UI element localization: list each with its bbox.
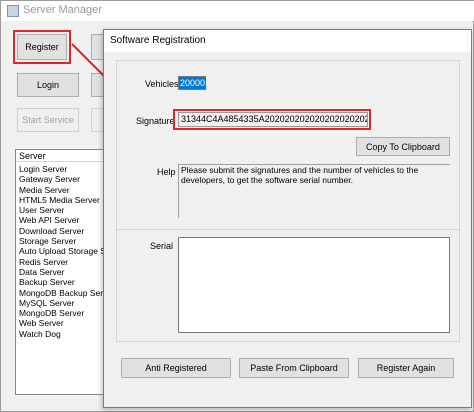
list-item[interactable]: Backup Server (16, 277, 106, 287)
list-item[interactable]: Download Server (16, 226, 106, 236)
main-window-title: Server Manager (23, 4, 102, 16)
list-item[interactable]: Storage Server (16, 236, 106, 246)
list-item[interactable]: MongoDB Server (16, 308, 106, 318)
register-again-button[interactable]: Register Again (358, 358, 454, 378)
serial-label: Serial (150, 241, 174, 251)
list-item[interactable]: Gateway Server (16, 174, 106, 184)
list-item[interactable]: Data Server (16, 267, 106, 277)
vehicles-value: 20000 (179, 77, 207, 89)
list-item[interactable]: Watch Dog (16, 329, 106, 339)
main-titlebar: Server Manager (1, 1, 474, 21)
register-button[interactable]: Register (17, 34, 67, 60)
vehicles-label: Vehicles (145, 79, 179, 89)
list-item[interactable]: Login Server (16, 164, 106, 174)
dialog-title: Software Registration (110, 35, 206, 46)
paste-from-clipboard-button[interactable]: Paste From Clipboard (239, 358, 349, 378)
start-service-button[interactable]: Start Service (17, 108, 79, 132)
list-item[interactable]: MongoDB Backup Server (16, 288, 106, 298)
serial-input[interactable] (178, 237, 450, 333)
list-item[interactable]: Media Server (16, 185, 106, 195)
vehicles-input[interactable]: 20000 (178, 76, 207, 90)
list-item[interactable]: Auto Upload Storage S... (16, 246, 106, 256)
server-list-header[interactable]: Server (16, 150, 106, 162)
server-list[interactable]: Server Login Server Gateway Server Media… (15, 149, 107, 395)
help-label: Help (157, 167, 176, 177)
list-item[interactable]: MySQL Server (16, 298, 106, 308)
list-item[interactable]: Redis Server (16, 257, 106, 267)
server-list-items: Login Server Gateway Server Media Server… (16, 164, 106, 339)
software-registration-dialog: Software Registration Vehicles 20000 Sig… (103, 29, 472, 408)
signature-label: Signature (136, 116, 175, 126)
list-item[interactable]: Web Server (16, 318, 106, 328)
help-text: Please submit the signatures and the num… (178, 164, 450, 218)
list-item[interactable]: User Server (16, 205, 106, 215)
signature-field[interactable]: 31344C4A4854335A2020202020202020202020 (178, 112, 368, 127)
list-item[interactable]: HTML5 Media Server (16, 195, 106, 205)
dialog-titlebar: Software Registration (104, 30, 471, 52)
app-icon (7, 5, 19, 17)
copy-to-clipboard-button[interactable]: Copy To Clipboard (356, 137, 450, 156)
anti-registered-button[interactable]: Anti Registered (121, 358, 231, 378)
list-item[interactable]: Web API Server (16, 215, 106, 225)
